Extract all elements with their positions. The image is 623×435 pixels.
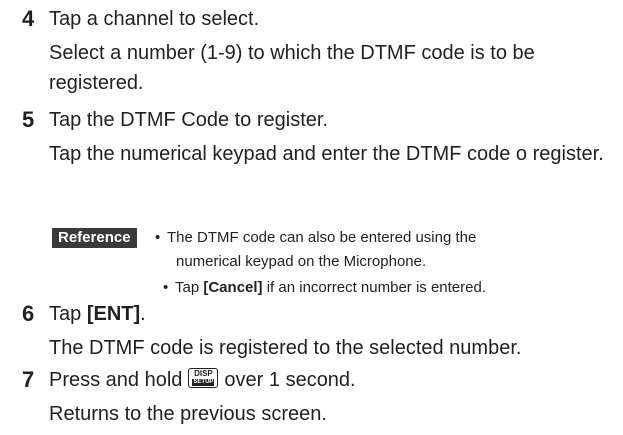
step-description: Select a number (1-9) to which the DTMF …	[49, 42, 535, 94]
step-title-text: .	[140, 303, 146, 325]
reference-note: Reference • The DTMF code can also be ent…	[52, 228, 612, 298]
step-number: 5	[22, 107, 35, 132]
step-description: Tap the numerical keypad and enter the D…	[49, 143, 604, 165]
step-number: 6	[22, 301, 35, 326]
step-title: Press and hold DISP SETUP over 1 second.	[49, 368, 356, 392]
step-title: Tap the DTMF Code to register.	[49, 109, 329, 131]
cancel-key-label: [Cancel]	[203, 279, 263, 296]
reference-text: The DTMF code can also be entered using …	[167, 229, 477, 246]
step-description: Returns to the previous screen.	[49, 403, 327, 425]
step-description: The DTMF code is registered to the selec…	[49, 337, 522, 359]
disp-setup-key-icon: DISP SETUP	[188, 368, 219, 388]
step-title-text: over 1 second.	[224, 369, 356, 391]
ent-key-label: [ENT]	[86, 303, 141, 325]
bullet: •	[155, 229, 161, 246]
key-bottom-label: SETUP	[192, 379, 215, 386]
reference-text: if an incorrect number is entered.	[262, 279, 486, 296]
step-number: 7	[22, 367, 35, 392]
reference-item: • Tap [Cancel] if an incorrect number is …	[163, 277, 486, 299]
step-title-text: Tap	[49, 303, 87, 325]
reference-text: numerical keypad on the Microphone.	[176, 253, 427, 270]
reference-text: Tap	[175, 279, 204, 296]
key-top-label: DISP	[194, 369, 213, 378]
reference-badge: Reference	[52, 228, 137, 248]
step-title-text: Press and hold	[49, 369, 183, 391]
reference-item: • The DTMF code can also be entered using…	[155, 227, 476, 249]
step-title: Tap [ENT].	[49, 302, 146, 326]
bullet: •	[163, 279, 169, 296]
step-number: 4	[22, 6, 35, 31]
step-title: Tap a channel to select.	[49, 8, 260, 30]
reference-item-continued: numerical keypad on the Microphone.	[176, 251, 426, 273]
